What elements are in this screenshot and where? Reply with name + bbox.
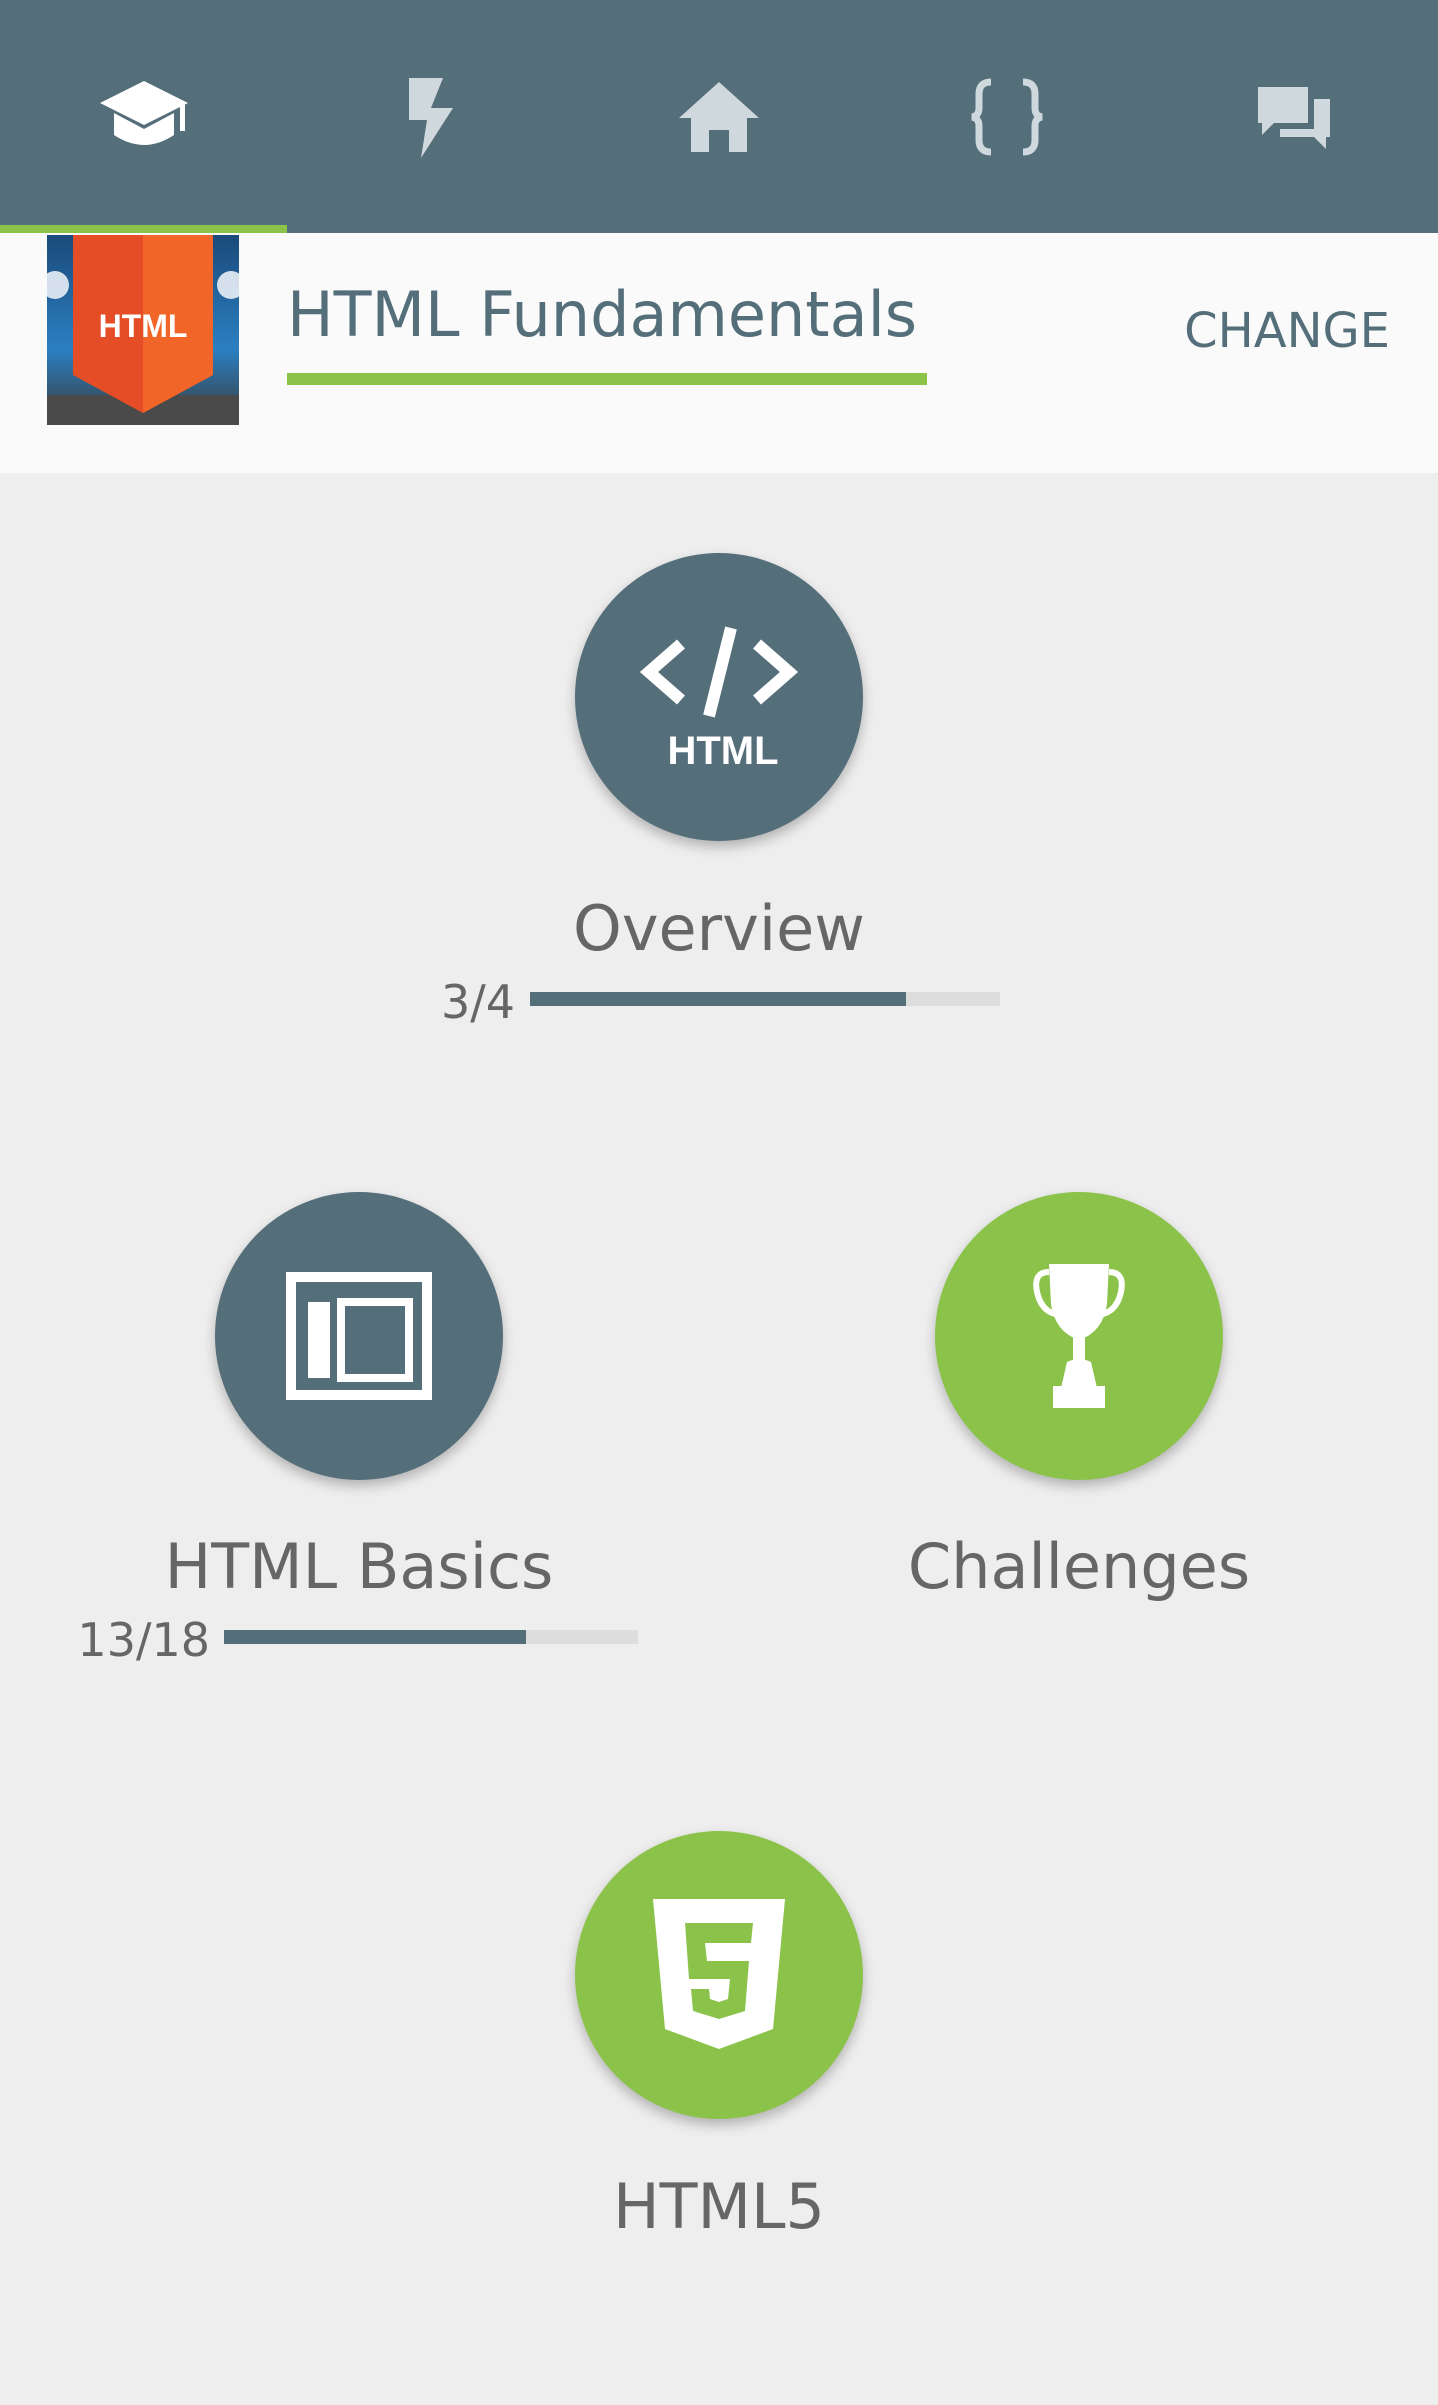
course-header: HTML HTML Fundamentals CHANGE (0, 233, 1438, 473)
svg-text:HTML: HTML (667, 729, 778, 772)
tab-discuss[interactable] (1150, 0, 1438, 233)
module-label-overview: Overview (573, 892, 865, 965)
top-nav-bar (0, 0, 1438, 233)
progress-count-html-basics: 13/18 (77, 1613, 210, 1667)
tab-code-playground[interactable] (863, 0, 1151, 233)
tab-home[interactable] (575, 0, 863, 233)
layout-icon (286, 1272, 432, 1400)
progress-fill-html-basics (224, 1630, 527, 1644)
lightning-icon (409, 77, 454, 158)
module-label-challenges: Challenges (907, 1530, 1251, 1603)
module-overview[interactable]: HTML (575, 553, 863, 841)
trophy-icon (1033, 1264, 1125, 1408)
chat-icon (1258, 86, 1331, 149)
progress-bar-overview (530, 992, 1000, 1006)
code-braces-icon (970, 78, 1043, 155)
home-icon (678, 81, 759, 152)
course-thumbnail: HTML (47, 235, 239, 425)
thumbnail-html-text: HTML (99, 308, 188, 344)
module-html-basics[interactable] (215, 1192, 503, 1480)
change-course-button[interactable]: CHANGE (1150, 303, 1390, 359)
active-tab-indicator (0, 225, 287, 233)
progress-bar-html-basics (224, 1630, 638, 1644)
tab-play[interactable] (288, 0, 576, 233)
module-label-html5: HTML5 (613, 2170, 825, 2243)
progress-fill-overview (530, 992, 906, 1006)
course-title-underline (287, 373, 927, 385)
tab-learn[interactable] (0, 0, 288, 233)
progress-count-overview: 3/4 (440, 975, 515, 1029)
graduation-cap-icon (99, 80, 188, 145)
html5-shield-icon (653, 1899, 785, 2049)
html-code-icon: HTML (639, 626, 799, 772)
module-html5[interactable] (575, 1831, 863, 2119)
module-label-html-basics: HTML Basics (164, 1530, 554, 1603)
course-title: HTML Fundamentals (287, 278, 918, 351)
module-challenges[interactable] (935, 1192, 1223, 1480)
